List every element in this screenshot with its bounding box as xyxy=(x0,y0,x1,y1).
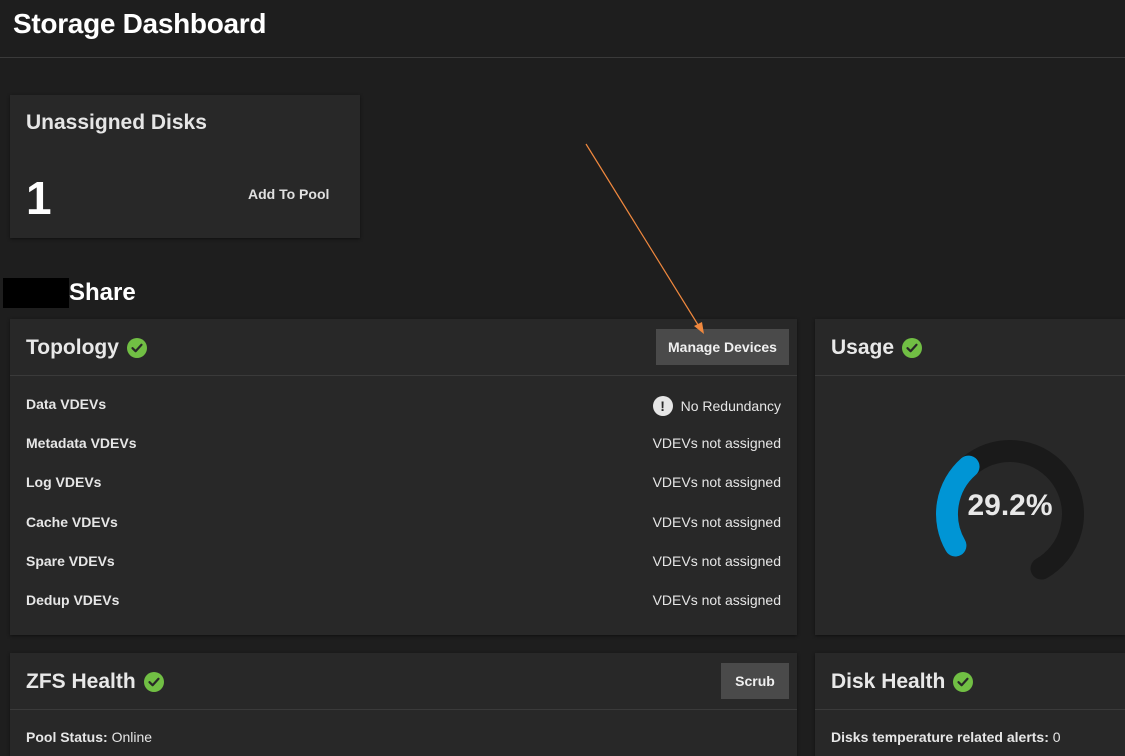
topology-row-data: Data VDEVs ! No Redundancy xyxy=(26,396,781,416)
page-title: Storage Dashboard xyxy=(13,8,267,39)
row-value: No Redundancy xyxy=(680,398,781,414)
zfs-title-wrap: ZFS Health xyxy=(26,670,164,694)
disk-title-wrap: Disk Health xyxy=(831,670,974,694)
pool-status-value: Online xyxy=(111,729,153,745)
temperature-alerts: Disks temperature related alerts: 0 xyxy=(831,729,1061,745)
check-circle-icon xyxy=(953,672,974,692)
manage-devices-button[interactable]: Manage Devices xyxy=(656,329,789,365)
exclamation-icon: ! xyxy=(652,396,673,416)
topology-card: Topology Manage Devices Data VDEVs ! No … xyxy=(10,319,797,635)
temperature-alerts-label: Disks temperature related alerts: xyxy=(831,729,1049,745)
disk-health-card: Disk Health Disks temperature related al… xyxy=(815,653,1125,756)
usage-header: Usage xyxy=(815,319,1125,376)
topology-row-spare: Spare VDEVs VDEVs not assigned xyxy=(26,553,781,573)
usage-card: Usage 29.2% xyxy=(815,319,1125,635)
row-label: Cache VDEVs xyxy=(26,514,118,530)
row-label: Data VDEVs xyxy=(26,396,107,412)
check-circle-icon xyxy=(126,338,147,358)
check-circle-icon xyxy=(902,338,923,358)
usage-percent: 29.2% xyxy=(967,489,1053,522)
row-value: VDEVs not assigned xyxy=(652,553,781,569)
pool-status-label: Pool Status: xyxy=(26,729,108,745)
add-to-pool-button[interactable]: Add To Pool xyxy=(248,186,329,202)
row-value: VDEVs not assigned xyxy=(652,592,781,608)
topology-row-dedup: Dedup VDEVs VDEVs not assigned xyxy=(26,592,781,612)
temperature-alerts-value: 0 xyxy=(1052,729,1061,745)
pool-status: Pool Status: Online xyxy=(26,729,152,745)
unassigned-disks-title: Unassigned Disks xyxy=(26,111,207,134)
disk-health-title: Disk Health xyxy=(831,670,946,693)
check-circle-icon xyxy=(143,672,164,692)
row-value: VDEVs not assigned xyxy=(652,435,781,451)
pool-name: Share xyxy=(69,279,136,306)
row-value-wrap: ! No Redundancy xyxy=(652,396,781,416)
zfs-health-title: ZFS Health xyxy=(26,670,136,693)
scrub-button[interactable]: Scrub xyxy=(721,663,789,699)
topology-row-metadata: Metadata VDEVs VDEVs not assigned xyxy=(26,435,781,455)
topology-header: Topology Manage Devices xyxy=(10,319,797,376)
topology-row-cache: Cache VDEVs VDEVs not assigned xyxy=(26,514,781,534)
usage-title-wrap: Usage xyxy=(831,336,923,360)
row-value: VDEVs not assigned xyxy=(652,514,781,530)
row-label: Metadata VDEVs xyxy=(26,435,137,451)
row-value: VDEVs not assigned xyxy=(652,474,781,490)
usage-title: Usage xyxy=(831,336,895,359)
zfs-health-card: ZFS Health Scrub Pool Status: Online xyxy=(10,653,797,756)
unassigned-disks-card: Unassigned Disks 1 Add To Pool xyxy=(10,95,360,238)
zfs-health-header: ZFS Health Scrub xyxy=(10,653,797,710)
disk-health-header: Disk Health xyxy=(815,653,1125,710)
row-label: Spare VDEVs xyxy=(26,553,115,569)
unassigned-disks-count: 1 xyxy=(26,172,52,224)
row-label: Log VDEVs xyxy=(26,474,102,490)
topology-title-wrap: Topology xyxy=(26,336,147,360)
topology-row-log: Log VDEVs VDEVs not assigned xyxy=(26,474,781,494)
topology-title: Topology xyxy=(26,336,119,359)
page-header: Storage Dashboard xyxy=(0,0,1125,58)
redaction-box xyxy=(3,278,69,308)
row-label: Dedup VDEVs xyxy=(26,592,120,608)
